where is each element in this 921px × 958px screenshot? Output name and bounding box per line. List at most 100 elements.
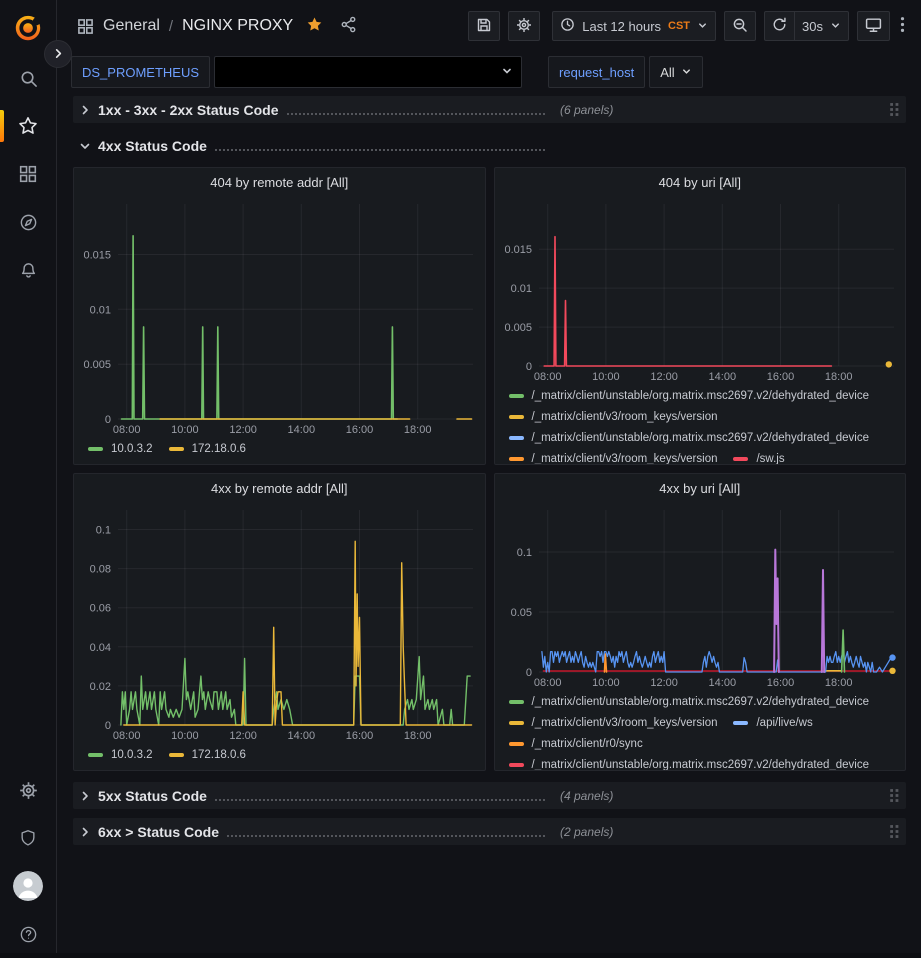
chevron-right-icon [79,826,91,838]
sidebar-item-explore[interactable] [0,198,56,246]
variable-datasource-select[interactable] [214,56,522,88]
svg-text:18:00: 18:00 [404,730,432,742]
timeseries-plot[interactable]: 00.020.040.060.080.108:0010:0012:0014:00… [74,502,485,743]
variable-request-host-select[interactable]: All [649,56,702,88]
timeseries-plot[interactable]: 00.0050.010.01508:0010:0012:0014:0016:00… [74,196,485,437]
dashboard-title[interactable]: NGINX PROXY [182,17,293,35]
legend-item[interactable]: /_matrix/client/unstable/org.matrix.msc2… [509,385,870,406]
row-title: 4xx Status Code [98,138,207,154]
timeseries-plot[interactable]: 00.050.108:0010:0012:0014:0016:0018:00 [495,502,906,690]
chart-svg: 00.0050.010.01508:0010:0012:0014:0016:00… [74,196,485,437]
panel-title[interactable]: 404 by remote addr [All] [74,168,485,196]
row-dotted-leader [215,799,545,801]
svg-text:0.015: 0.015 [83,250,111,262]
sidebar-item-starred[interactable] [0,102,56,150]
time-range-picker[interactable]: Last 12 hours CST [552,11,716,41]
grafana-app: { "header": { "breadcrumb": { "section":… [0,0,921,953]
legend-item[interactable]: /_matrix/client/v3/room_keys/version [509,448,718,464]
apps-icon [77,18,94,35]
main-area: General / NGINX PROXY [57,0,921,953]
sidebar-item-alerting[interactable] [0,246,56,294]
legend-item[interactable]: /_matrix/client/unstable/org.matrix.msc2… [509,754,870,770]
series-color-swatch [509,700,524,704]
gear-icon [19,781,38,800]
svg-text:08:00: 08:00 [113,424,141,436]
breadcrumb-folder[interactable]: General [103,17,160,35]
svg-text:18:00: 18:00 [404,424,432,436]
series-label: /api/live/ws [756,717,812,729]
share-button[interactable] [336,12,361,40]
variable-request-host-label[interactable]: request_host [548,56,645,88]
sidebar-item-configuration[interactable] [0,766,56,814]
svg-text:14:00: 14:00 [708,371,736,383]
breadcrumb-divider: / [169,18,173,35]
panel-4xx-by-uri: 4xx by uri [All] 00.050.108:0010:0012:00… [494,473,907,771]
legend-item[interactable]: 172.18.0.6 [169,438,246,459]
row-drag-handle[interactable] [889,824,900,839]
panel-legend: /_matrix/client/unstable/org.matrix.msc2… [495,384,906,464]
legend-item[interactable]: 172.18.0.6 [169,744,246,765]
legend-item[interactable]: /_matrix/client/v3/room_keys/version [509,406,718,427]
row-header-5xx[interactable]: 5xx Status Code (4 panels) [73,782,906,809]
row-drag-handle[interactable] [889,788,900,803]
chart-svg: 00.0050.010.01508:0010:0012:0014:0016:00… [495,196,906,384]
more-options-button[interactable] [898,14,907,38]
timeseries-plot[interactable]: 00.0050.010.01508:0010:0012:0014:0016:00… [495,196,906,384]
chevron-down-icon [697,19,708,34]
favorite-star-icon [306,16,323,36]
series-label: 10.0.3.2 [111,443,153,455]
row-header-6xx[interactable]: 6xx > Status Code (2 panels) [73,818,906,845]
series-color-swatch [88,447,103,451]
sidebar-item-help[interactable] [0,910,56,958]
compass-icon [19,213,38,232]
svg-text:10:00: 10:00 [171,730,199,742]
legend-item[interactable]: 10.0.3.2 [88,744,153,765]
panel-title[interactable]: 4xx by uri [All] [495,474,906,502]
legend-item[interactable]: /api/live/ws [733,712,812,733]
legend-item[interactable]: /_matrix/client/unstable/org.matrix.msc2… [509,691,870,712]
svg-text:0.01: 0.01 [510,283,531,295]
refresh-button[interactable] [764,11,794,41]
sidebar-item-server-admin[interactable] [0,814,56,862]
help-icon [19,925,38,944]
row-header-1xx-3xx-2xx[interactable]: 1xx - 3xx - 2xx Status Code (6 panels) [73,96,906,123]
svg-text:0.1: 0.1 [516,547,531,559]
svg-text:0: 0 [525,361,531,373]
panel-legend: /_matrix/client/unstable/org.matrix.msc2… [495,690,906,770]
timezone-label: CST [668,20,690,32]
svg-text:08:00: 08:00 [533,677,561,689]
variable-datasource-label[interactable]: DS_PROMETHEUS [71,56,210,88]
row-drag-handle[interactable] [889,102,900,117]
zoom-out-time-button[interactable] [724,11,756,41]
dashboard-variables-bar: DS_PROMETHEUS request_host All [57,52,921,92]
series-color-swatch [509,415,524,419]
grafana-logo[interactable] [0,8,56,48]
expand-sidebar-button[interactable] [44,40,72,68]
sidebar-item-dashboards[interactable] [0,150,56,198]
favorite-star-button[interactable] [302,12,327,40]
panel-grid: 404 by remote addr [All] 00.0050.010.015… [73,167,906,771]
cycle-view-mode-button[interactable] [857,11,890,41]
legend-item[interactable]: 10.0.3.2 [88,438,153,459]
series-color-swatch [169,753,184,757]
sidebar-item-profile[interactable] [0,862,56,910]
series-color-swatch [509,763,524,767]
legend-item[interactable]: /_matrix/client/r0/sync [509,733,643,754]
series-color-swatch [509,457,524,461]
panel-legend: 10.0.3.2 172.18.0.6 [74,437,485,464]
row-header-4xx[interactable]: 4xx Status Code [73,132,906,159]
panel-404-by-uri: 404 by uri [All] 00.0050.010.01508:0010:… [494,167,907,465]
panel-title[interactable]: 404 by uri [All] [495,168,906,196]
refresh-interval-select[interactable]: 30s [794,11,849,41]
legend-item[interactable]: /_matrix/client/v3/room_keys/version [509,712,718,733]
legend-item[interactable]: /_matrix/client/unstable/org.matrix.msc2… [509,427,870,448]
save-dashboard-button[interactable] [468,11,500,41]
dashboard-topbar: General / NGINX PROXY [57,0,921,52]
svg-text:16:00: 16:00 [346,424,374,436]
avatar [13,871,43,901]
legend-item[interactable]: /sw.js [733,448,784,464]
row-panel-count: (2 panels) [560,825,613,839]
dashboard-settings-button[interactable] [508,11,540,41]
panel-title[interactable]: 4xx by remote addr [All] [74,474,485,502]
row-dotted-leader [227,835,545,837]
